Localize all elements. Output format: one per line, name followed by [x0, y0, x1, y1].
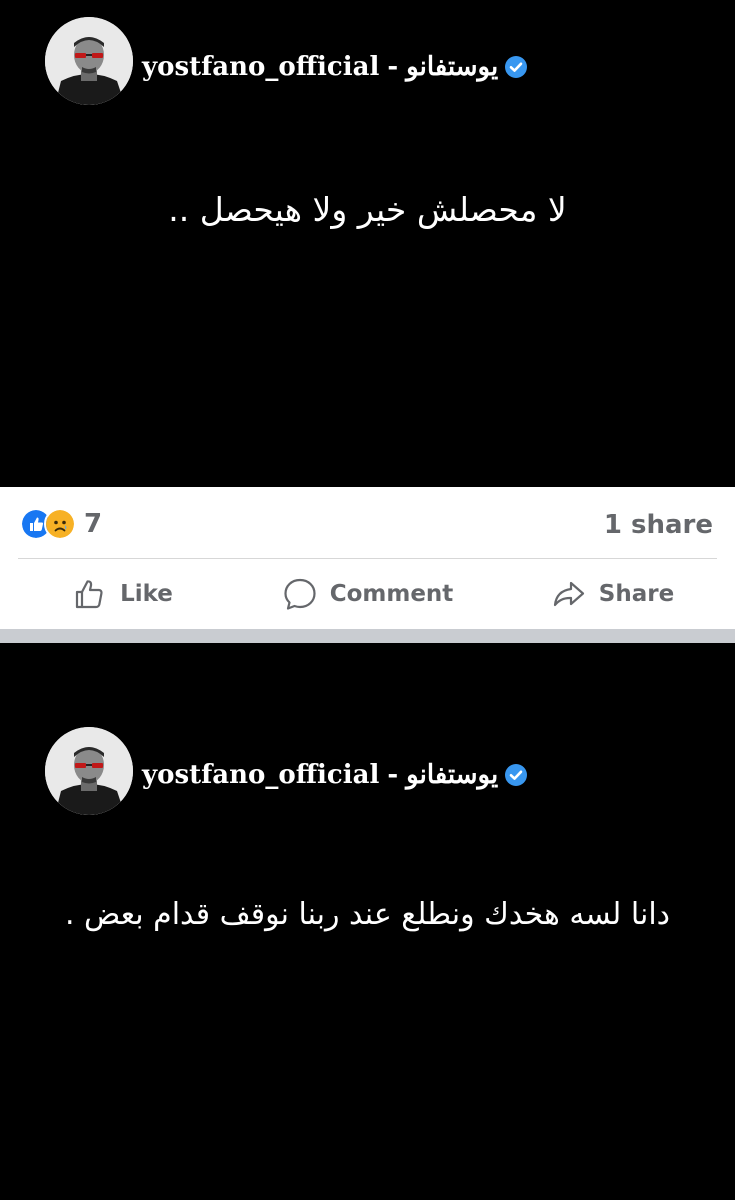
author-username: yostfano_official — [142, 760, 380, 790]
avatar[interactable] — [45, 727, 133, 815]
author-name-arabic: يوستفانو — [406, 760, 499, 790]
verified-badge-icon — [505, 764, 528, 786]
facebook-engagement-bar: 7 1 share Like Comment Share — [0, 487, 735, 629]
thumbs-up-icon — [75, 580, 103, 609]
like-label: Like — [120, 581, 173, 607]
post-card-2: yostfano_official - يوستفانو دانا لسه هخ… — [0, 643, 735, 1200]
reactions-row: 7 1 share — [0, 487, 735, 559]
author-separator: - — [387, 760, 399, 790]
comment-button[interactable]: Comment — [245, 559, 490, 629]
share-button[interactable]: Share — [490, 559, 735, 629]
post-author[interactable]: yostfano_official - يوستفانو — [142, 755, 528, 795]
post-author[interactable]: yostfano_official - يوستفانو — [142, 47, 528, 87]
share-label: Share — [598, 581, 675, 607]
avatar-image — [45, 17, 133, 105]
reactions-summary[interactable]: 7 — [20, 508, 102, 540]
post-separator — [0, 629, 735, 643]
comment-label: Comment — [329, 581, 454, 607]
post-text: دانا لسه هخدك ونطلع عند ربنا نوقف قدام ب… — [64, 897, 671, 932]
reaction-count: 7 — [84, 509, 103, 539]
verified-badge-icon — [505, 56, 528, 78]
avatar-image — [45, 727, 133, 815]
actions-row: Like Comment Share — [0, 559, 735, 629]
author-username: yostfano_official — [142, 52, 380, 82]
share-count[interactable]: 1 share — [604, 510, 713, 540]
author-name-arabic: يوستفانو — [406, 52, 499, 82]
post-card-1: yostfano_official - يوستفانو لا محصلش خي… — [0, 0, 735, 487]
post-text: لا محصلش خير ولا هيحصل .. — [168, 190, 567, 229]
sad-reaction-icon — [44, 508, 76, 540]
avatar[interactable] — [45, 17, 133, 105]
share-icon — [553, 581, 584, 607]
comment-icon — [284, 578, 316, 610]
like-button[interactable]: Like — [0, 559, 245, 629]
author-separator: - — [387, 52, 399, 82]
